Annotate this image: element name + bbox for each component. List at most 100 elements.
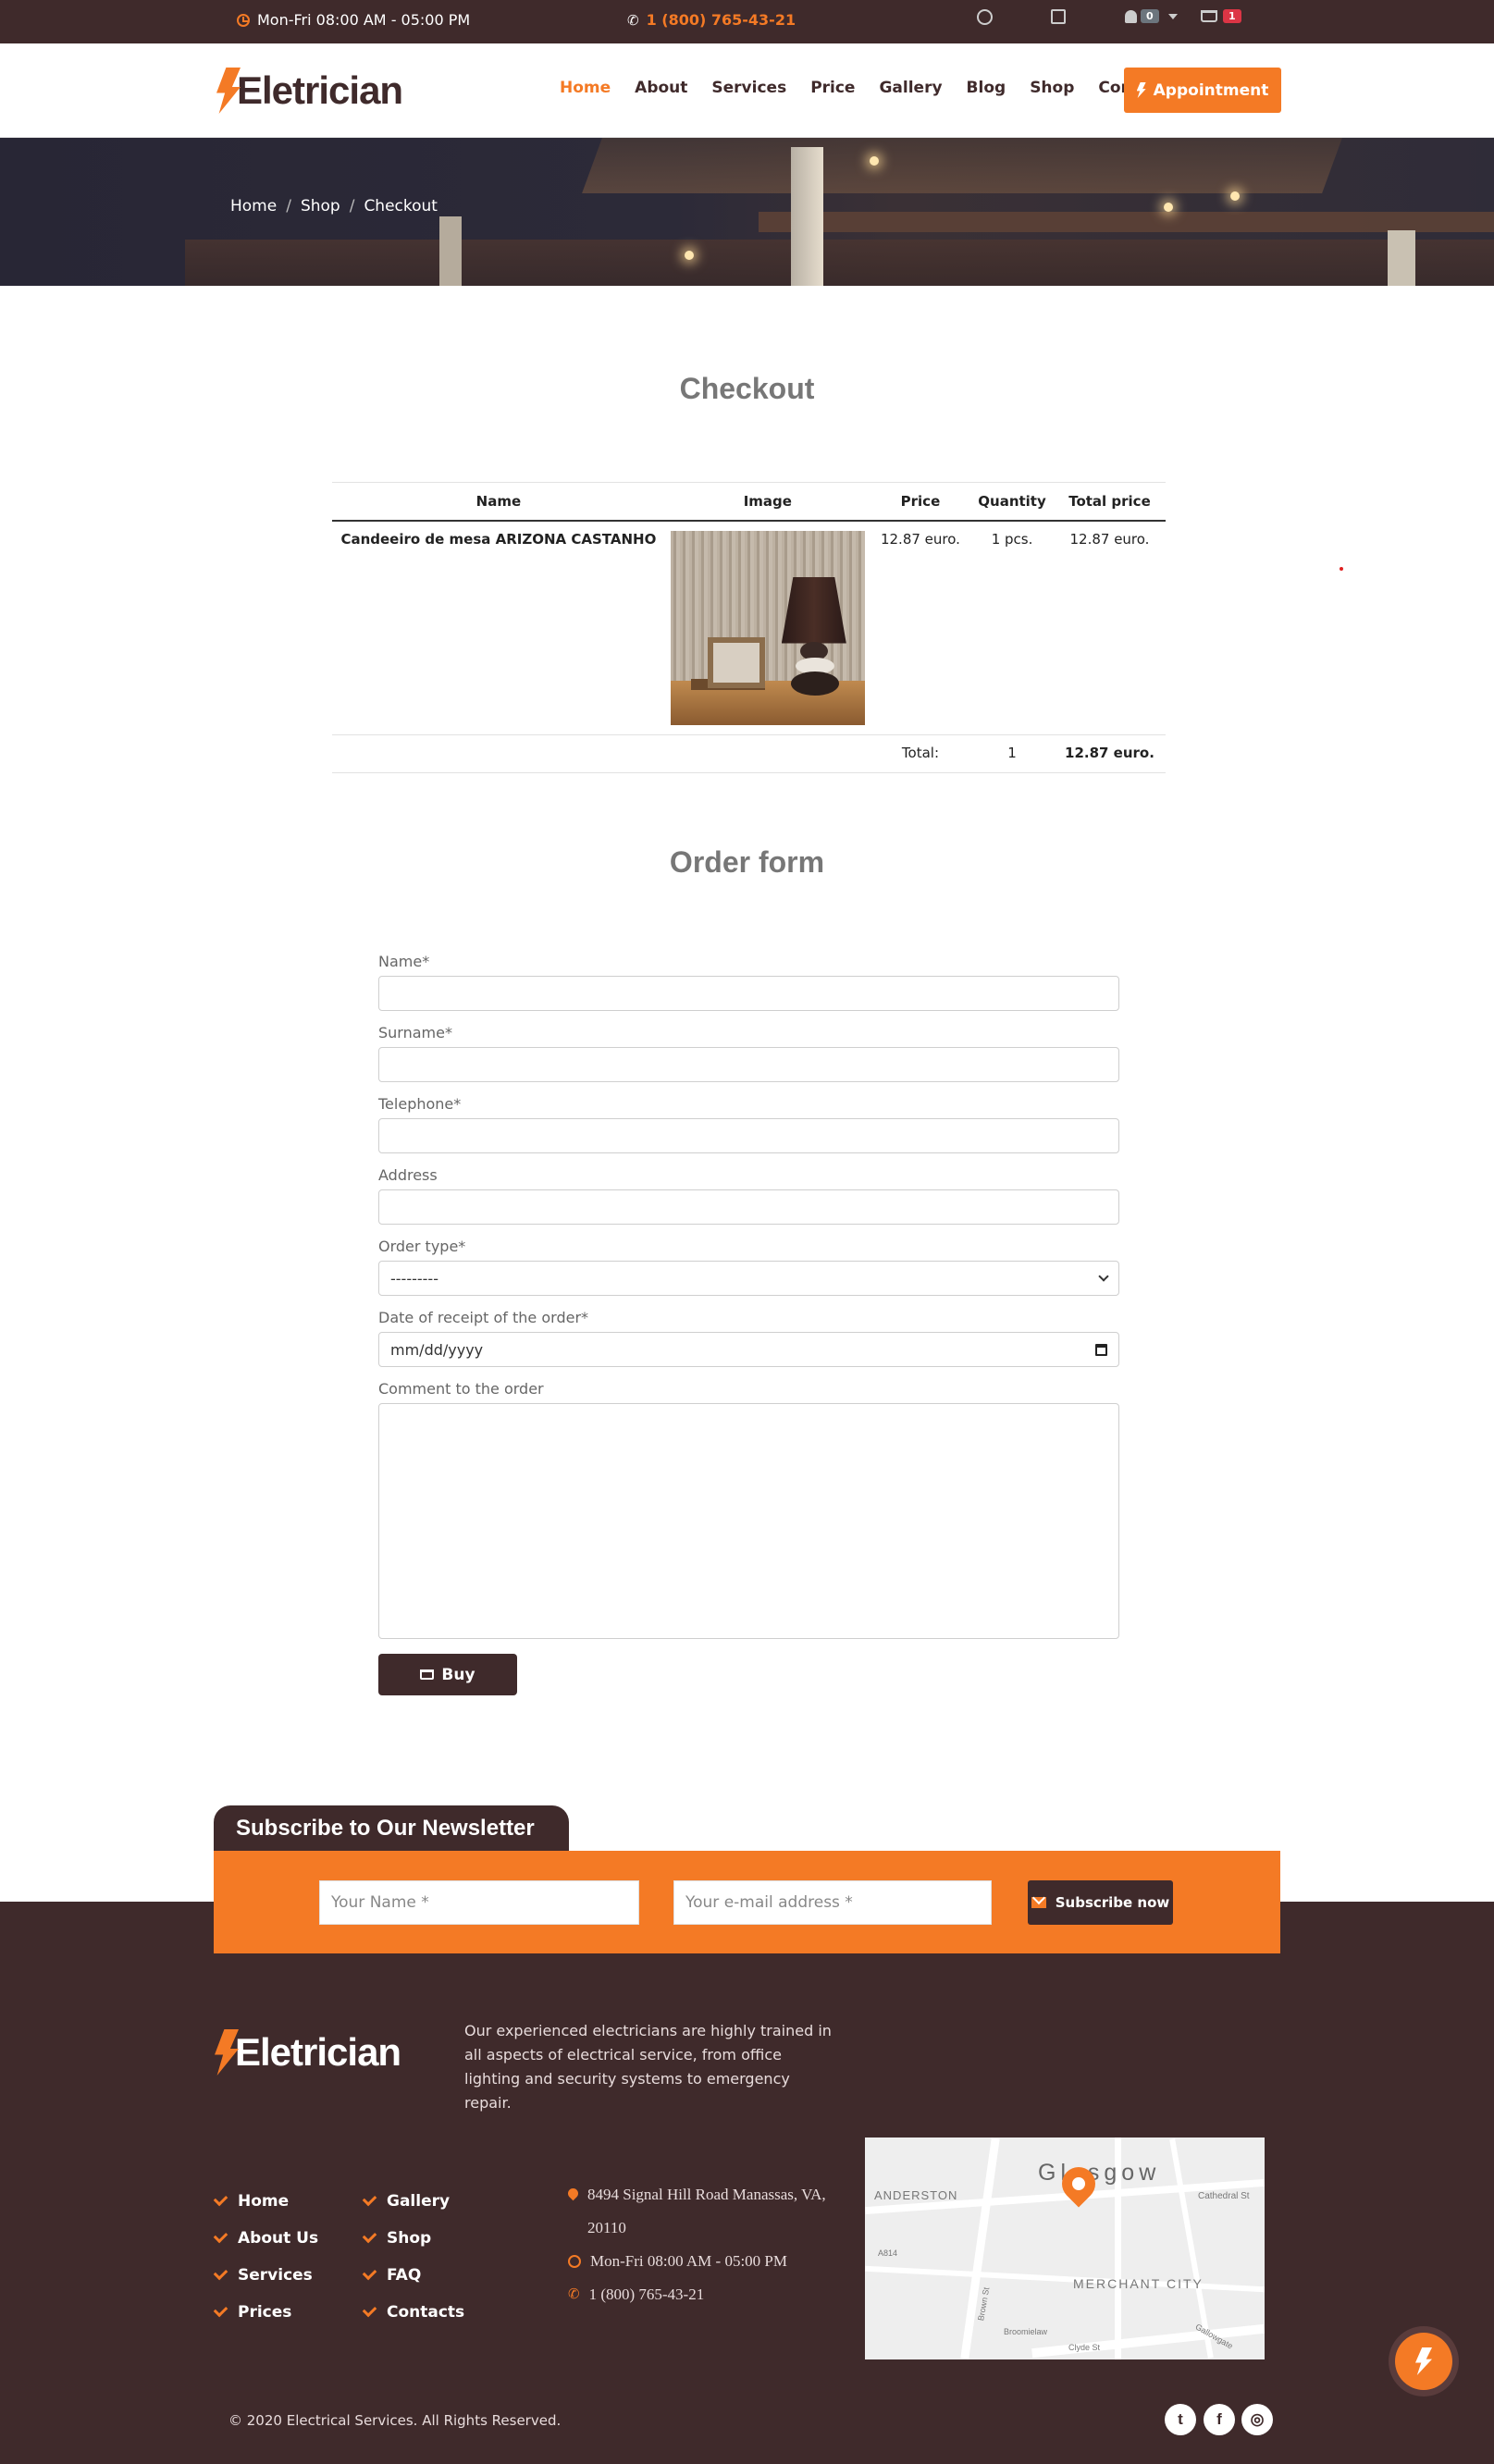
nav-home[interactable]: Home <box>560 79 611 97</box>
twitter-icon[interactable]: t <box>1165 2404 1196 2435</box>
product-image-cell <box>664 520 870 735</box>
total-row: Total: 1 12.87 euro. <box>332 734 1166 773</box>
footer-link-about[interactable]: About Us <box>213 2220 318 2257</box>
check-icon <box>213 2191 228 2206</box>
footer-link-prices[interactable]: Prices <box>213 2294 318 2331</box>
map-label: Cathedral St <box>1198 2191 1250 2201</box>
breadcrumb-separator: / <box>349 197 355 216</box>
instagram-icon[interactable]: ◎ <box>1241 2404 1273 2435</box>
cart-link[interactable]: 1 <box>1201 9 1241 23</box>
footer-link-label: Shop <box>387 2229 432 2248</box>
appointment-button[interactable]: Appointment <box>1124 68 1281 113</box>
name-label: Name* <box>378 953 430 970</box>
product-image[interactable] <box>670 530 865 725</box>
table-row: Candeeiro de mesa ARIZONA CASTANHO 12.87… <box>332 520 1166 735</box>
logo-text: Eletrician <box>237 68 403 112</box>
newsletter-email-input[interactable]: Your e-mail address * <box>673 1880 992 1925</box>
table-header-row: Name Image Price Quantity Total price <box>332 482 1166 522</box>
footer-phone[interactable]: ✆ 1 (800) 765-43-21 <box>568 2278 846 2311</box>
map-label: Glasgow <box>1038 2160 1161 2186</box>
address-field[interactable] <box>378 1189 1119 1225</box>
footer-phone-text[interactable]: 1 (800) 765-43-21 <box>589 2278 705 2311</box>
shopping-cart-icon <box>1201 10 1217 22</box>
footer-logo[interactable]: Eletrician <box>215 2029 401 2076</box>
fab-inner <box>1395 2333 1452 2390</box>
top-phone-text[interactable]: 1 (800) 765-43-21 <box>647 11 796 29</box>
hero-banner: Home / Shop / Checkout <box>0 138 1494 286</box>
hero-photo-light <box>1164 203 1173 212</box>
product-name[interactable]: Candeeiro de mesa ARIZONA CASTANHO <box>332 520 665 735</box>
image-lamp-shade <box>781 576 846 644</box>
date-field[interactable]: mm/dd/yyyy <box>378 1332 1119 1367</box>
footer-link-home[interactable]: Home <box>213 2183 318 2220</box>
newsletter-title: Subscribe to Our Newsletter <box>214 1805 569 1852</box>
breadcrumb-shop[interactable]: Shop <box>301 197 340 216</box>
newsletter-name-placeholder: Your Name * <box>331 1893 429 1912</box>
image-photo-frame <box>707 636 765 688</box>
product-quantity: 1 pcs. <box>970 520 1054 735</box>
map-label: Brown St <box>976 2286 992 2322</box>
order-type-select[interactable]: --------- <box>378 1261 1119 1296</box>
floating-action-button[interactable] <box>1389 2326 1459 2396</box>
shopping-cart-icon <box>420 1669 435 1680</box>
facebook-icon[interactable]: f <box>1204 2404 1235 2435</box>
telephone-field[interactable] <box>378 1118 1119 1153</box>
chevron-down-icon <box>1098 1271 1109 1282</box>
phone-icon: ✆ <box>568 2287 580 2302</box>
hero-photo-column <box>439 216 462 286</box>
checkout-title: Checkout <box>679 372 815 405</box>
name-field[interactable] <box>378 976 1119 1011</box>
clock-icon <box>568 2255 581 2268</box>
notifications-badge: 0 <box>1141 9 1159 23</box>
nav-gallery[interactable]: Gallery <box>879 79 942 97</box>
map-label: A814 <box>878 2248 898 2258</box>
newsletter-name-input[interactable]: Your Name * <box>319 1880 639 1925</box>
surname-field[interactable] <box>378 1047 1119 1082</box>
comment-textarea[interactable] <box>378 1403 1119 1639</box>
footer-link-contacts[interactable]: Contacts <box>362 2294 465 2331</box>
map-label: ANDERSTON <box>874 2188 958 2202</box>
hero-photo-light <box>1230 191 1240 201</box>
login-icon[interactable] <box>1051 9 1066 24</box>
hero-photo-roof <box>582 138 1342 193</box>
lightning-bolt-icon <box>1136 82 1146 98</box>
empty-cell <box>664 734 870 773</box>
nav-price[interactable]: Price <box>810 79 855 97</box>
check-icon <box>362 2191 377 2206</box>
total-quantity: 1 <box>970 734 1054 773</box>
footer-link-label: Gallery <box>387 2192 451 2211</box>
newsletter-email-placeholder: Your e-mail address * <box>685 1893 853 1912</box>
footer-map[interactable]: ANDERSTON Glasgow MERCHANT CITY Cathedra… <box>865 2138 1265 2359</box>
user-icon[interactable] <box>977 9 993 25</box>
hero-photo-column <box>791 147 823 286</box>
nav-blog[interactable]: Blog <box>967 79 1006 97</box>
breadcrumb-home[interactable]: Home <box>230 197 277 216</box>
hero-photo-house <box>185 240 1494 286</box>
image-lamp-base <box>790 671 839 696</box>
footer-hours-text: Mon-Fri 08:00 AM - 05:00 PM <box>590 2252 787 2270</box>
appointment-label: Appointment <box>1153 80 1269 100</box>
footer-link-gallery[interactable]: Gallery <box>362 2183 464 2220</box>
footer-link-services[interactable]: Services <box>213 2257 318 2294</box>
footer-link-label: Contacts <box>387 2303 465 2322</box>
nav-about[interactable]: About <box>635 79 687 97</box>
red-dot <box>1340 567 1343 571</box>
nav-shop[interactable]: Shop <box>1030 79 1074 97</box>
copyright: © 2020 Electrical Services. All Rights R… <box>228 2412 562 2429</box>
top-phone[interactable]: ✆ 1 (800) 765-43-21 <box>627 11 796 29</box>
column-header: Quantity <box>970 482 1054 522</box>
footer-link-label: FAQ <box>387 2266 422 2285</box>
calendar-icon[interactable] <box>1095 1343 1107 1356</box>
footer-link-faq[interactable]: FAQ <box>362 2257 464 2294</box>
nav-services[interactable]: Services <box>711 79 786 97</box>
buy-button[interactable]: Buy <box>378 1654 517 1695</box>
notifications-dropdown[interactable]: 0 <box>1125 9 1178 23</box>
address-label: Address <box>378 1166 438 1184</box>
map-label: Clyde St <box>1068 2343 1101 2352</box>
footer-link-shop[interactable]: Shop <box>362 2220 464 2257</box>
date-label: Date of receipt of the order* <box>378 1309 589 1326</box>
clock-icon <box>237 13 250 27</box>
subscribe-button[interactable]: Subscribe now <box>1028 1880 1173 1925</box>
footer-link-label: Prices <box>238 2303 292 2322</box>
site-logo[interactable]: Eletrician <box>216 68 403 114</box>
